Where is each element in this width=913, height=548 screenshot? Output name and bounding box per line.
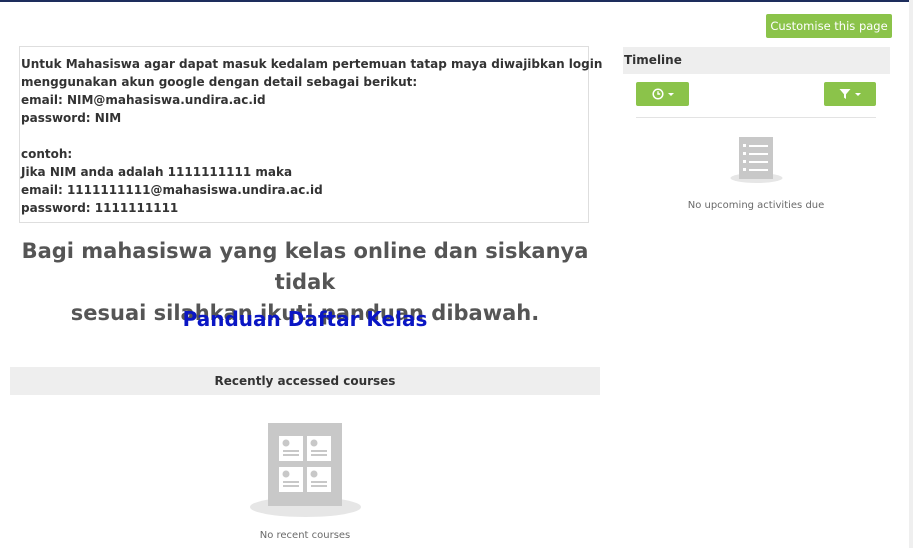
scrollbar-track[interactable] — [909, 0, 913, 548]
no-recent-courses-text: No recent courses — [259, 530, 351, 541]
no-upcoming-activities-text: No upcoming activities due — [687, 200, 825, 211]
notice-line: password: NIM — [21, 111, 122, 125]
clock-icon — [651, 85, 664, 104]
timeline-sort-button[interactable] — [636, 82, 689, 106]
class-guide-link[interactable]: Panduan Daftar Kelas — [10, 306, 600, 332]
notice-line: password: 1111111111 — [21, 201, 179, 215]
login-notice-box: Untuk Mahasiswa agar dapat masuk kedalam… — [19, 46, 603, 223]
notice-line: contoh: — [21, 147, 73, 161]
notice-line: email: NIM@mahasiswa.undira.ac.id — [21, 93, 266, 107]
announcement-line-1: Bagi mahasiswa yang kelas online dan sis… — [21, 239, 589, 294]
timeline-filter-button[interactable] — [824, 82, 876, 106]
timeline-divider — [636, 117, 876, 118]
chevron-down-icon — [667, 92, 674, 96]
customise-page-button[interactable]: Customise this page — [766, 14, 892, 38]
recent-courses-header: Recently accessed courses — [10, 367, 600, 395]
notice-line: Jika NIM anda adalah 1111111111 maka — [21, 165, 293, 179]
chevron-down-icon — [855, 92, 861, 96]
top-nav-border — [0, 0, 913, 2]
notice-spacer — [21, 127, 588, 145]
notice-line: Untuk Mahasiswa agar dapat masuk kedalam… — [21, 57, 603, 71]
no-activities-illustration-icon — [729, 135, 784, 185]
notice-line: menggunakan akun google dengan detail se… — [21, 75, 418, 89]
filter-icon — [839, 85, 851, 104]
no-courses-illustration-icon — [250, 420, 361, 520]
notice-line: email: 1111111111@mahasiswa.undira.ac.id — [21, 183, 323, 197]
timeline-header: Timeline — [623, 47, 890, 74]
